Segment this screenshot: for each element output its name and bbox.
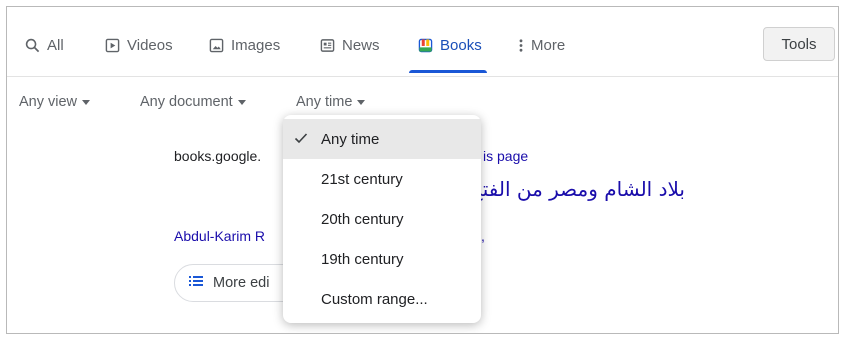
result-author-link[interactable]: Abdul-Karim R <box>174 228 265 244</box>
tab-label: Books <box>440 36 482 54</box>
menu-item-label: Custom range... <box>321 290 428 308</box>
menu-item-label: Any time <box>321 130 380 148</box>
result-url[interactable]: books.google. <box>174 148 261 164</box>
time-filter-dropdown[interactable]: Any time <box>296 94 366 110</box>
result-about-link[interactable]: is page <box>483 148 528 164</box>
menu-item-20th-century[interactable]: 20th century <box>283 199 481 239</box>
search-results-window: All Videos Images News Books More Tools … <box>6 6 839 334</box>
tab-images[interactable]: Images <box>209 35 280 55</box>
caret-down-icon <box>82 99 91 105</box>
caret-down-icon <box>237 99 246 105</box>
active-tab-indicator <box>409 70 487 73</box>
menu-item-label: 20th century <box>321 210 404 228</box>
tab-label: News <box>342 36 380 54</box>
news-icon <box>320 38 335 53</box>
tab-label: More <box>531 36 566 54</box>
tab-more[interactable]: More <box>518 35 565 55</box>
tab-label: All <box>47 36 64 54</box>
book-icon <box>418 38 433 53</box>
menu-item-label: 19th century <box>321 250 404 268</box>
document-filter-dropdown[interactable]: Any document <box>140 94 246 110</box>
filter-label: Any time <box>296 94 353 110</box>
filter-label: Any view <box>19 94 78 110</box>
list-icon <box>189 275 203 291</box>
filter-bar: Any view Any document Any time <box>7 94 838 114</box>
video-icon <box>105 38 120 53</box>
time-filter-menu: Any time 21st century 20th century 19th … <box>283 115 481 323</box>
search-icon <box>25 38 40 53</box>
tab-books[interactable]: Books <box>418 35 482 55</box>
caret-down-icon <box>357 99 366 105</box>
filter-label: Any document <box>140 94 233 110</box>
tab-all[interactable]: All <box>25 35 64 55</box>
menu-item-21st-century[interactable]: 21st century <box>283 159 481 199</box>
more-vert-icon <box>518 38 524 53</box>
tab-videos[interactable]: Videos <box>105 35 173 55</box>
image-icon <box>209 38 224 53</box>
search-tabs: All Videos Images News Books More Tools <box>7 7 838 77</box>
tab-news[interactable]: News <box>320 35 380 55</box>
view-filter-dropdown[interactable]: Any view <box>19 94 91 110</box>
tab-label: Images <box>231 36 281 54</box>
result-author-separator: , <box>481 228 485 244</box>
more-editions-label: More edi <box>213 275 270 291</box>
check-icon <box>293 130 309 150</box>
menu-item-custom-range[interactable]: Custom range... <box>283 279 481 319</box>
menu-item-19th-century[interactable]: 19th century <box>283 239 481 279</box>
tools-button[interactable]: Tools <box>763 27 835 61</box>
menu-item-label: 21st century <box>321 170 403 188</box>
tab-label: Videos <box>127 36 173 54</box>
menu-item-any-time[interactable]: Any time <box>283 119 481 159</box>
